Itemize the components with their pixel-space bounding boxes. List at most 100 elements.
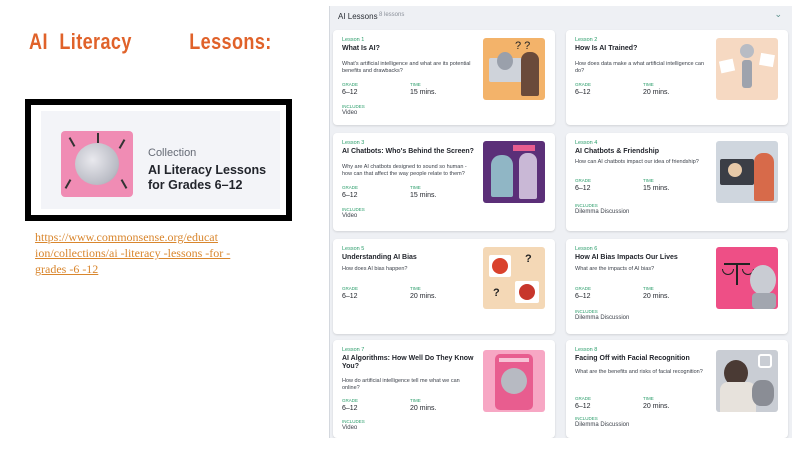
lesson-number: Lesson 4 [575, 140, 598, 146]
question-mark-icon: ? [493, 287, 500, 299]
lesson-thumbnail [716, 350, 778, 412]
circuit-line [97, 133, 99, 143]
lesson-description: How do artificial intelligence tell me w… [342, 378, 460, 391]
includes-label: INCLUDES [575, 309, 598, 314]
time-label: TIME [410, 286, 421, 291]
includes-label: INCLUDES [575, 416, 598, 421]
lesson-thumbnail [716, 141, 778, 203]
time-value: 20 mins. [643, 89, 670, 96]
time-label: TIME [643, 178, 654, 183]
time-label: TIME [643, 286, 654, 291]
collection-screenshot: Collection AI Literacy Lessons for Grade… [25, 99, 292, 221]
time-label: TIME [410, 82, 421, 87]
question-mark-icon: ? [525, 253, 532, 265]
chevron-down-icon[interactable]: ⌄ [774, 9, 782, 20]
lesson-description: How does AI bias happen? [342, 266, 408, 272]
grades-label: GRADE [575, 396, 592, 401]
speech-tag-icon [513, 145, 535, 151]
lesson-description: How can AI chatbots impact our idea of f… [575, 159, 699, 165]
person-body-icon [720, 382, 756, 412]
lesson-description: Why are AI chatbots designed to sound so… [342, 164, 467, 177]
link-line: https://www.commonsense.org/educat [35, 230, 218, 244]
circuit-line [64, 179, 72, 189]
card-icon [718, 58, 736, 74]
robot-body-icon [752, 293, 776, 309]
includes-value: Video [342, 425, 358, 431]
circuit-line [118, 139, 126, 149]
person-icon [519, 153, 537, 199]
lesson-number: Lesson 2 [575, 37, 598, 43]
lessons-panel: AI Lessons 8 lessons ⌄ Lesson 1 What Is … [329, 6, 792, 438]
brain-icon [75, 143, 119, 185]
collection-name: AI Literacy Lessons for Grades 6–12 [148, 163, 267, 192]
grades-label: GRADE [342, 185, 359, 190]
lesson-number: Lesson 7 [342, 347, 365, 353]
time-label: TIME [643, 82, 654, 87]
lesson-card-6[interactable]: Lesson 6 How AI Bias Impacts Our Lives W… [566, 239, 788, 334]
link-line: grades -6 -12 [35, 262, 99, 276]
lesson-card-1[interactable]: Lesson 1 What Is AI? What's artificial i… [333, 30, 555, 125]
source-link[interactable]: https://www.commonsense.org/educat ion/c… [35, 229, 295, 277]
lesson-description: What are the benefits and risks of facia… [575, 369, 703, 375]
grades-value: 6–12 [575, 185, 591, 192]
lesson-card-4[interactable]: Lesson 4 AI Chatbots & Friendship How ca… [566, 133, 788, 231]
apple-icon [492, 258, 508, 274]
includes-label: INCLUDES [342, 207, 365, 212]
time-value: 15 mins. [410, 89, 437, 96]
grades-label: GRADE [575, 286, 592, 291]
time-label: TIME [410, 398, 421, 403]
lesson-thumbnail [483, 350, 545, 412]
silhouette-icon [491, 155, 513, 197]
lesson-card-7[interactable]: Lesson 7 AI Algorithms: How Well Do They… [333, 340, 555, 438]
includes-label: INCLUDES [342, 104, 365, 109]
lesson-card-3[interactable]: Lesson 3 AI Chatbots: Who's Behind the S… [333, 133, 555, 231]
lesson-thumbnail [483, 141, 545, 203]
time-value: 15 mins. [410, 192, 437, 199]
grades-label: GRADE [342, 398, 359, 403]
lesson-number: Lesson 5 [342, 246, 365, 252]
lesson-card-5[interactable]: Lesson 5 Understanding AI Bias How does … [333, 239, 555, 334]
lesson-title: AI Chatbots: Who's Behind the Screen? [342, 148, 474, 155]
scale-pan-icon [722, 269, 734, 275]
lesson-description: What are the impacts of AI bias? [575, 266, 655, 272]
lesson-thumbnail [716, 247, 778, 309]
lesson-number: Lesson 3 [342, 140, 365, 146]
lock-icon [758, 354, 772, 368]
lesson-description: What's artificial intelligence and what … [342, 61, 471, 74]
includes-label: INCLUDES [342, 419, 365, 424]
question-mark-icon: ? ? [515, 40, 531, 52]
lesson-card-8[interactable]: Lesson 8 Facing Off with Facial Recognit… [566, 340, 788, 438]
panel-title: AI Lessons [338, 12, 378, 21]
grades-label: GRADE [575, 82, 592, 87]
circuit-line [120, 179, 128, 189]
grades-value: 6–12 [575, 89, 591, 96]
grades-value: 6–12 [575, 403, 591, 410]
includes-value: Video [342, 213, 358, 219]
includes-value: Dilemma Discussion [575, 209, 630, 215]
grades-value: 6–12 [342, 89, 358, 96]
lesson-title: AI Algorithms: How Well Do They Know You… [342, 355, 474, 370]
includes-value: Dilemma Discussion [575, 422, 630, 428]
card-icon [759, 52, 775, 68]
grades-value: 6–12 [342, 405, 358, 412]
circuit-line [68, 137, 76, 147]
slide-title-word: AI [29, 29, 48, 54]
includes-label: INCLUDES [575, 203, 598, 208]
robot-body-icon [742, 60, 752, 88]
time-label: TIME [643, 396, 654, 401]
collection-card[interactable]: Collection AI Literacy Lessons for Grade… [41, 111, 280, 209]
robot-head-icon [740, 44, 754, 58]
person-icon [754, 153, 774, 201]
scale-icon [736, 263, 738, 285]
time-value: 20 mins. [410, 405, 437, 412]
lesson-card-2[interactable]: Lesson 2 How Is AI Trained? How does dat… [566, 30, 788, 125]
grades-value: 6–12 [575, 293, 591, 300]
time-value: 20 mins. [643, 293, 670, 300]
slide-title-word: Literacy [59, 29, 132, 54]
panel-header: AI Lessons 8 lessons ⌄ [330, 6, 792, 28]
lesson-count: 8 lessons [379, 12, 405, 18]
lesson-number: Lesson 6 [575, 246, 598, 252]
lesson-title: Facing Off with Facial Recognition [575, 355, 690, 362]
time-value: 20 mins. [410, 293, 437, 300]
slide-title: AI Literacy Lessons: [29, 29, 272, 55]
